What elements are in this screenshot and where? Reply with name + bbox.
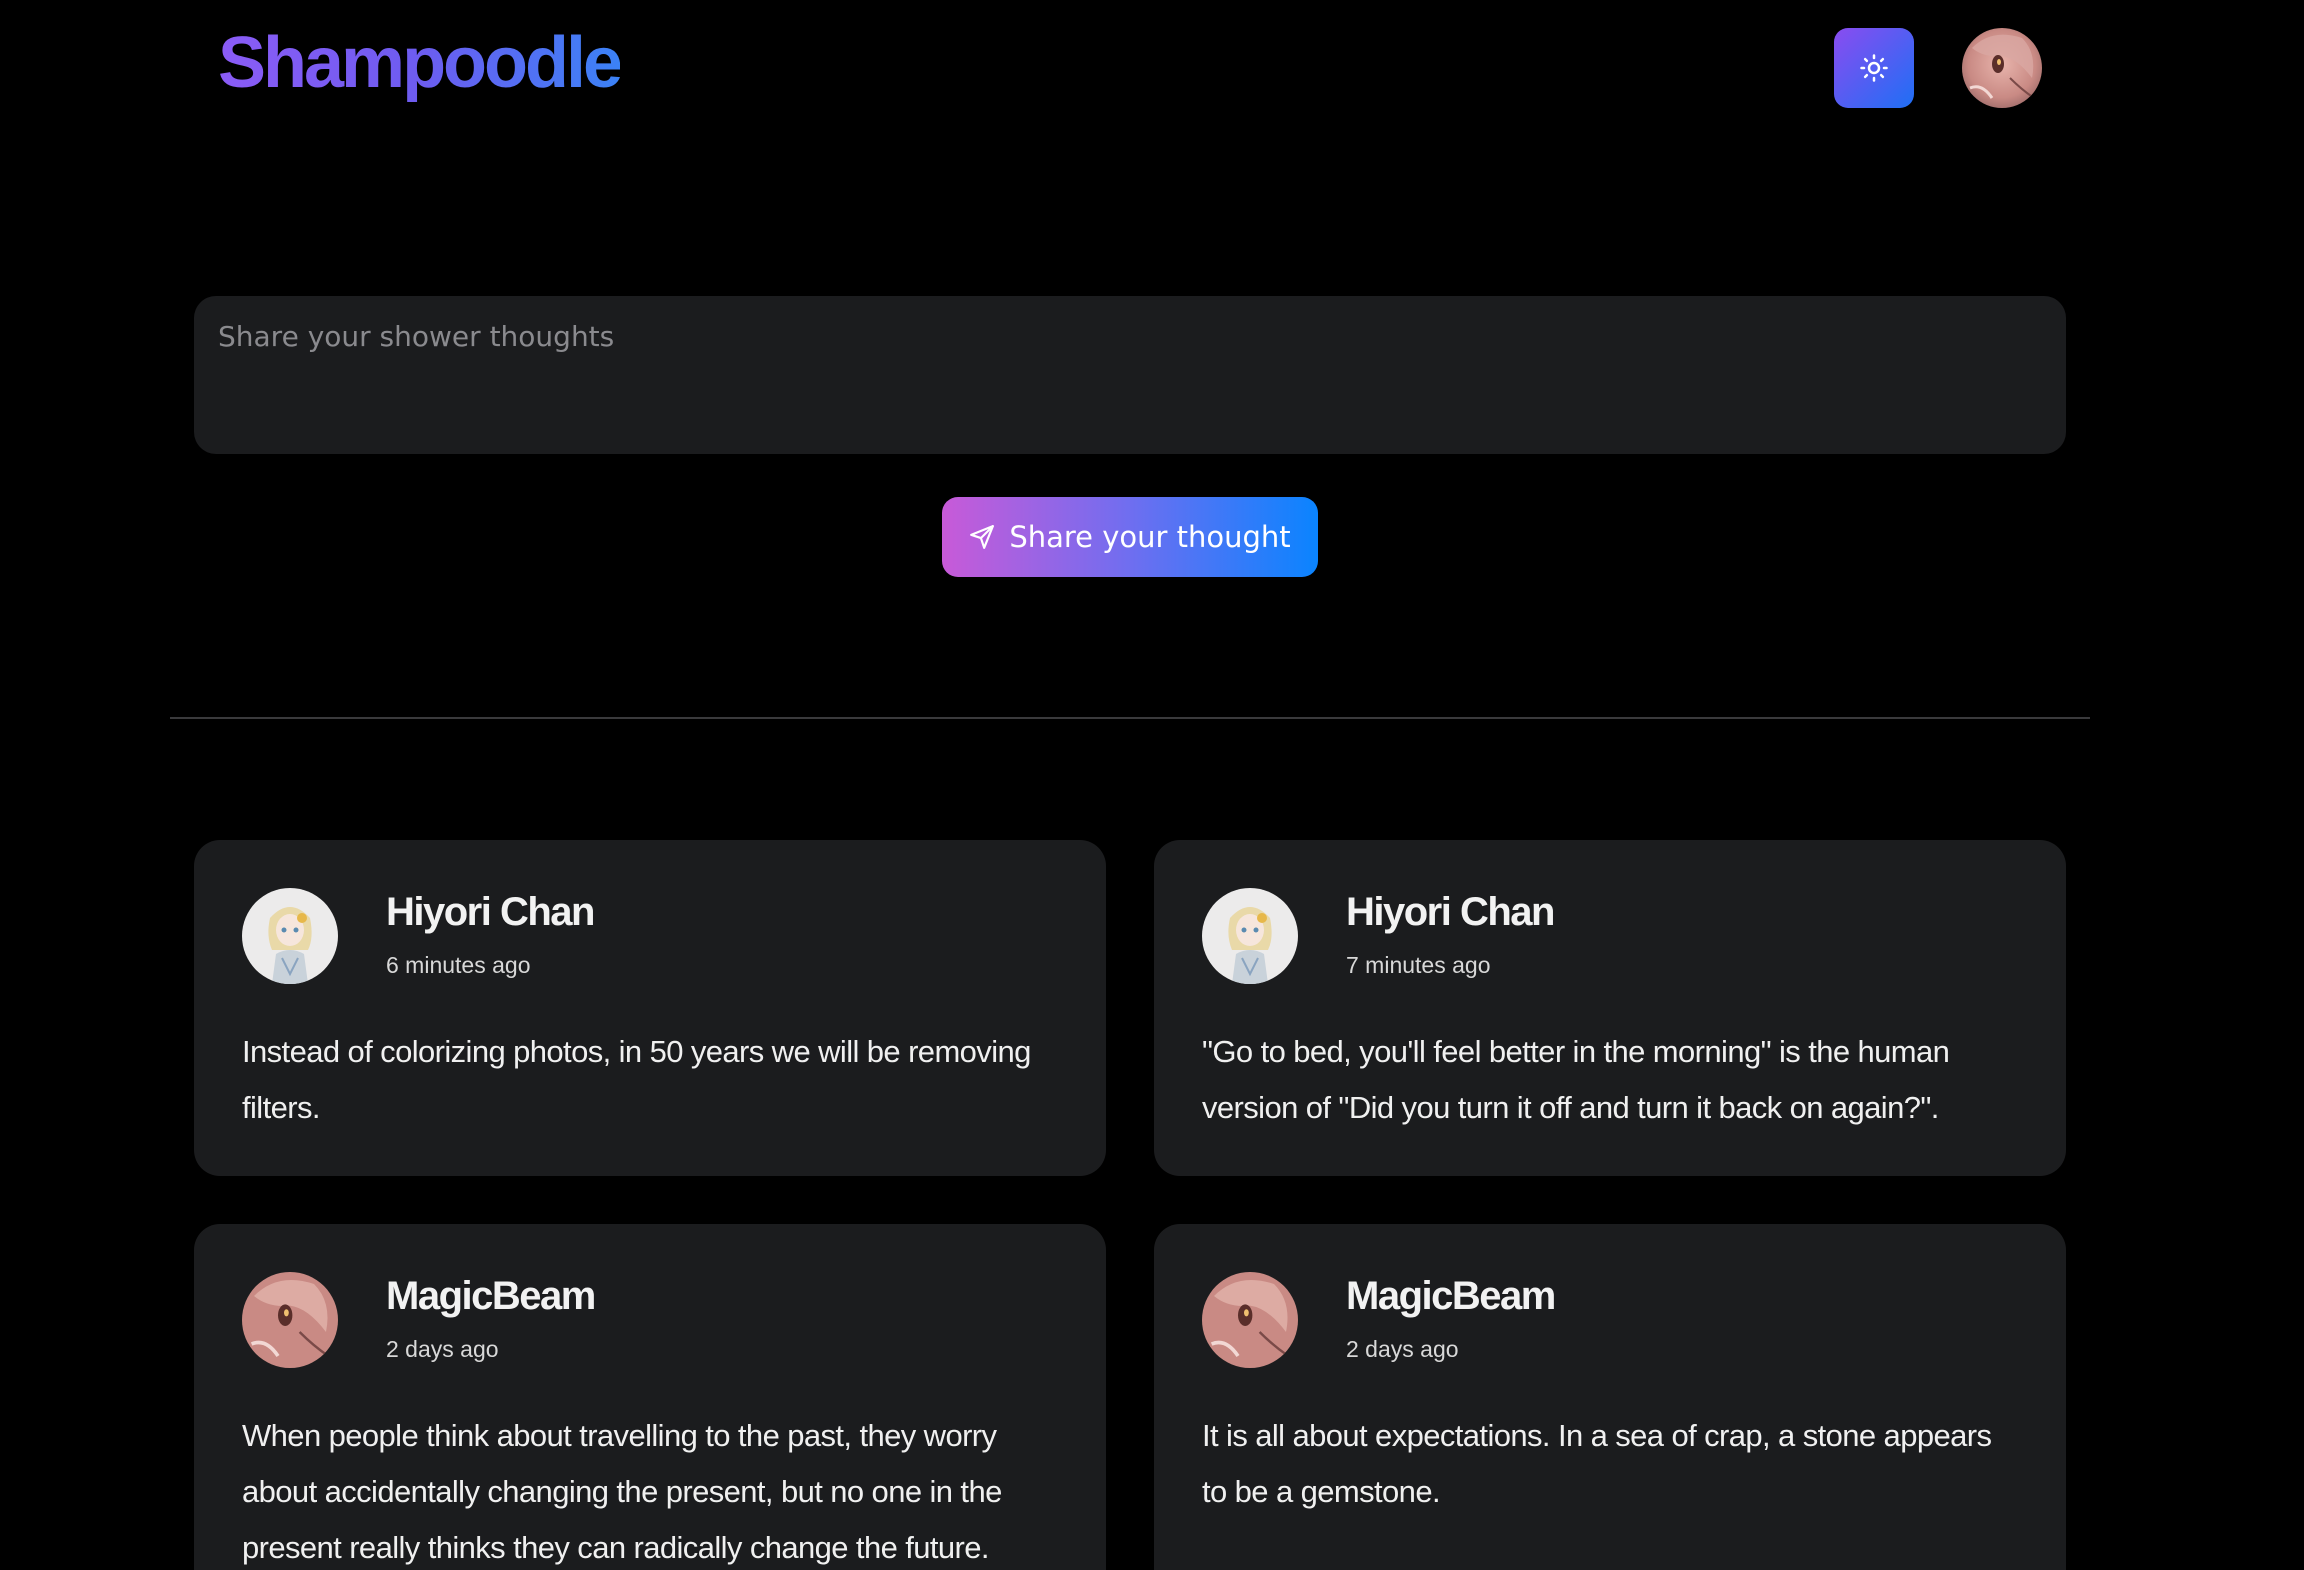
send-icon: [970, 525, 995, 549]
post-card: MagicBeam 2 days ago It is all about exp…: [1154, 1224, 2066, 1570]
post-author[interactable]: Hiyori Chan: [1346, 890, 1555, 935]
avatar-hiyori-image: [242, 888, 338, 984]
avatar[interactable]: [1202, 888, 1298, 984]
post-card: Hiyori Chan 7 minutes ago "Go to bed, yo…: [1154, 840, 2066, 1176]
app-logo[interactable]: Shampoodle: [218, 18, 623, 108]
post-text: Instead of colorizing photos, in 50 year…: [242, 1034, 1031, 1125]
avatar[interactable]: [1202, 1272, 1298, 1368]
post-timestamp: 2 days ago: [1346, 1336, 1459, 1362]
post-text: When people think about travelling to th…: [242, 1418, 1002, 1565]
theme-toggle-button[interactable]: [1834, 28, 1914, 108]
post-author[interactable]: MagicBeam: [1346, 1274, 1556, 1319]
divider: [170, 717, 2090, 719]
page: Shampoodle Share your shower thoughts Sh…: [0, 0, 2304, 1570]
post-timestamp: 6 minutes ago: [386, 952, 531, 978]
share-thought-button[interactable]: Share your thought: [942, 497, 1318, 577]
avatar-magicbeam-image: [242, 1272, 338, 1368]
avatar[interactable]: [242, 888, 338, 984]
post-timestamp: 7 minutes ago: [1346, 952, 1491, 978]
share-button-label: Share your thought: [1009, 520, 1291, 554]
post-text: It is all about expectations. In a sea o…: [1202, 1418, 1992, 1509]
avatar-hiyori-image: [1202, 888, 1298, 984]
thought-composer: [194, 296, 2066, 454]
post-card: Hiyori Chan 6 minutes ago Instead of col…: [194, 840, 1106, 1176]
thought-input[interactable]: [194, 296, 2066, 454]
post-card: MagicBeam 2 days ago When people think a…: [194, 1224, 1106, 1570]
avatar-magicbeam-image: [1962, 28, 2042, 108]
post-author[interactable]: MagicBeam: [386, 1274, 596, 1319]
avatar-magicbeam-image: [1202, 1272, 1298, 1368]
post-text: "Go to bed, you'll feel better in the mo…: [1202, 1034, 1950, 1125]
sun-icon: [1860, 54, 1888, 82]
avatar[interactable]: [242, 1272, 338, 1368]
post-author[interactable]: Hiyori Chan: [386, 890, 595, 935]
user-avatar[interactable]: [1962, 28, 2042, 108]
post-timestamp: 2 days ago: [386, 1336, 499, 1362]
